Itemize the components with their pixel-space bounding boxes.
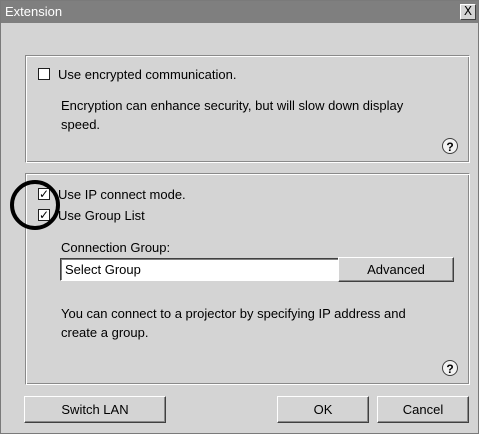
connection-group-select[interactable]: Select Group ▼ bbox=[60, 258, 356, 281]
connection-group: ✓ Use IP connect mode. ✓ Use Group List … bbox=[25, 173, 470, 385]
ip-connect-mode-label: Use IP connect mode. bbox=[58, 186, 186, 202]
encryption-group: Use encrypted communication. Encryption … bbox=[25, 55, 470, 163]
encryption-description-line2: speed. bbox=[61, 117, 101, 132]
extension-dialog: Extension X Use encrypted communication.… bbox=[0, 0, 479, 434]
ok-button[interactable]: OK bbox=[277, 396, 369, 423]
encryption-description-line1: Encryption can enhance security, but wil… bbox=[61, 98, 404, 113]
connection-group-field-label: Connection Group: bbox=[61, 240, 171, 255]
help-icon[interactable]: ? bbox=[442, 360, 458, 376]
check-icon: ✓ bbox=[38, 187, 50, 201]
connection-description-line1: You can connect to a projector by specif… bbox=[61, 306, 406, 321]
group-list-checkbox-row[interactable]: ✓ Use Group List bbox=[38, 207, 145, 223]
ip-connect-mode-checkbox-row[interactable]: ✓ Use IP connect mode. bbox=[38, 186, 186, 202]
group-list-checkbox[interactable]: ✓ bbox=[38, 209, 50, 221]
advanced-button[interactable]: Advanced bbox=[338, 257, 454, 282]
check-icon: ✓ bbox=[38, 208, 50, 222]
help-icon[interactable]: ? bbox=[442, 138, 458, 154]
encrypted-communication-checkbox-row[interactable]: Use encrypted communication. bbox=[38, 66, 236, 82]
encryption-description: Encryption can enhance security, but wil… bbox=[61, 96, 403, 134]
connection-group-select-value: Select Group bbox=[65, 262, 141, 277]
encrypted-communication-label: Use encrypted communication. bbox=[58, 66, 237, 82]
encrypted-communication-checkbox[interactable] bbox=[38, 68, 50, 80]
close-icon[interactable]: X bbox=[460, 4, 476, 20]
window-title: Extension bbox=[5, 4, 63, 19]
connection-description-line2: create a group. bbox=[61, 325, 149, 340]
ip-connect-mode-checkbox[interactable]: ✓ bbox=[38, 188, 50, 200]
group-list-label: Use Group List bbox=[58, 207, 145, 223]
connection-description: You can connect to a projector by specif… bbox=[61, 304, 406, 342]
switch-lan-button[interactable]: Switch LAN bbox=[24, 396, 166, 423]
cancel-button[interactable]: Cancel bbox=[377, 396, 469, 423]
title-bar: Extension X bbox=[1, 1, 478, 23]
